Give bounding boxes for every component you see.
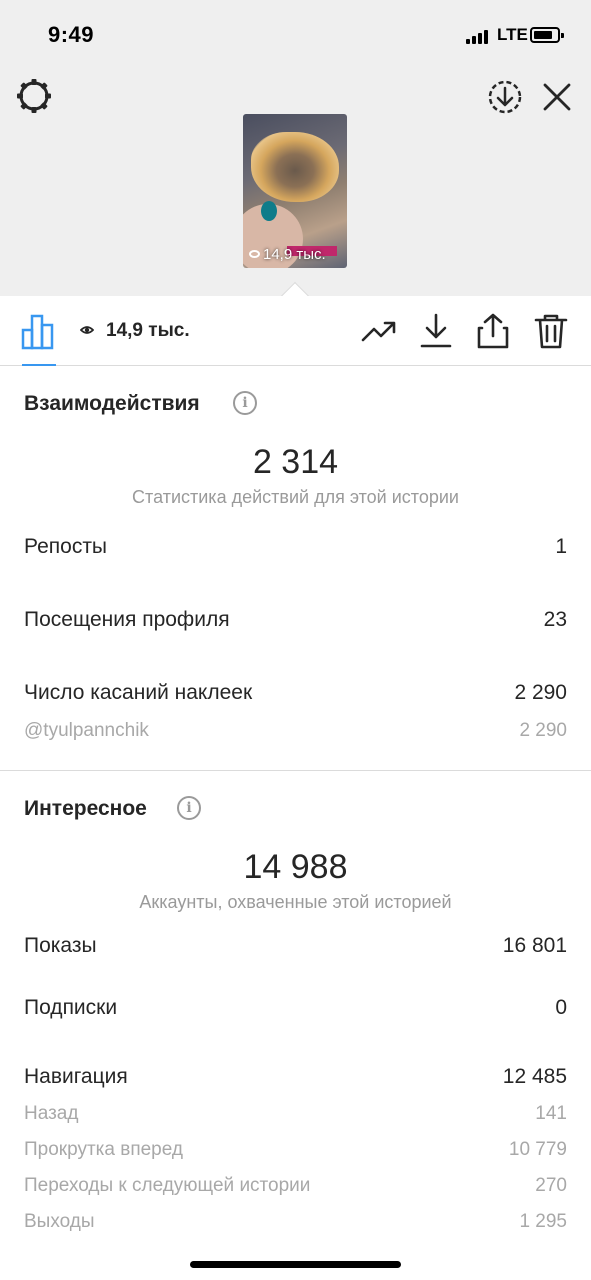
discovery-title: Интересное: [24, 797, 147, 820]
thumbnail-photo: [251, 132, 339, 202]
reach-total: 14 988: [243, 848, 348, 886]
reach-subtitle: Аккаунты, охваченные этой историей: [139, 892, 452, 912]
sticker-handle-value: 2 290: [519, 720, 567, 741]
reposts-value: 1: [555, 535, 567, 558]
viewers-button[interactable]: 14,9 тыс.: [80, 320, 190, 342]
battery-icon: [530, 27, 564, 43]
trash-icon: [534, 314, 568, 349]
download-button[interactable]: [417, 312, 455, 350]
delete-button[interactable]: [532, 312, 570, 350]
download-circle-icon: [488, 80, 522, 114]
home-indicator[interactable]: [190, 1261, 401, 1268]
sticker-taps-label: Число касаний наклеек: [24, 681, 253, 704]
navigation-value: 12 485: [502, 1065, 567, 1088]
impressions-label: Показы: [24, 934, 97, 957]
active-tab-indicator: [22, 364, 56, 366]
profile-visits-value: 23: [543, 608, 567, 631]
profile-visits-label: Посещения профиля: [24, 608, 230, 631]
share-button[interactable]: [474, 312, 512, 350]
nav-next-story-value: 270: [535, 1175, 567, 1196]
interactions-total: 2 314: [252, 443, 339, 481]
section-divider: [0, 770, 591, 771]
eye-icon: [249, 250, 260, 258]
close-icon: [543, 83, 571, 111]
follows-value: 0: [555, 996, 567, 1019]
share-icon: [477, 313, 509, 349]
bar-chart-icon: [21, 314, 54, 350]
interactions-title: Взаимодействия: [24, 392, 200, 415]
thumbnail-views: 14,9 тыс.: [249, 246, 326, 263]
settings-button[interactable]: [14, 76, 54, 116]
nav-back-value: 141: [535, 1103, 567, 1124]
follows-label: Подписки: [24, 996, 118, 1019]
sticker-taps-value: 2 290: [514, 681, 567, 704]
views-count: 14,9 тыс.: [106, 320, 190, 341]
promote-button[interactable]: [360, 312, 398, 350]
status-time: 9:49: [48, 22, 95, 47]
signal-icon: [466, 30, 492, 44]
nav-exits-label: Выходы: [24, 1211, 95, 1232]
nav-exits-value: 1 295: [519, 1211, 567, 1232]
nav-forward-value: 10 779: [508, 1139, 567, 1160]
download-icon: [420, 313, 452, 348]
info-icon[interactable]: i: [233, 391, 257, 415]
trend-icon: [361, 321, 396, 342]
save-story-button[interactable]: [486, 78, 524, 116]
gear-icon: [17, 79, 51, 113]
interactions-subtitle: Статистика действий для этой истории: [132, 487, 459, 507]
network-type: LTE: [497, 25, 528, 44]
eye-icon: [80, 326, 94, 334]
status-bar: 9:49 LTE: [0, 0, 591, 70]
nav-back-label: Назад: [24, 1103, 79, 1124]
tab-insights[interactable]: [20, 310, 58, 366]
story-thumbnail[interactable]: 14,9 тыс.: [243, 114, 347, 268]
sticker-handle-label[interactable]: @tyulpannchik: [24, 720, 149, 742]
story-toolbar: 14,9 тыс.: [0, 296, 591, 366]
info-icon[interactable]: i: [177, 796, 201, 820]
story-preview-area: 9:49 LTE 14,9 тыс.: [0, 0, 591, 296]
navigation-label: Навигация: [24, 1065, 128, 1088]
impressions-value: 16 801: [502, 934, 567, 957]
reposts-label: Репосты: [24, 535, 108, 558]
close-button[interactable]: [538, 78, 576, 116]
nav-forward-label: Прокрутка вперед: [24, 1139, 183, 1160]
nav-next-story-label: Переходы к следующей истории: [24, 1175, 311, 1196]
